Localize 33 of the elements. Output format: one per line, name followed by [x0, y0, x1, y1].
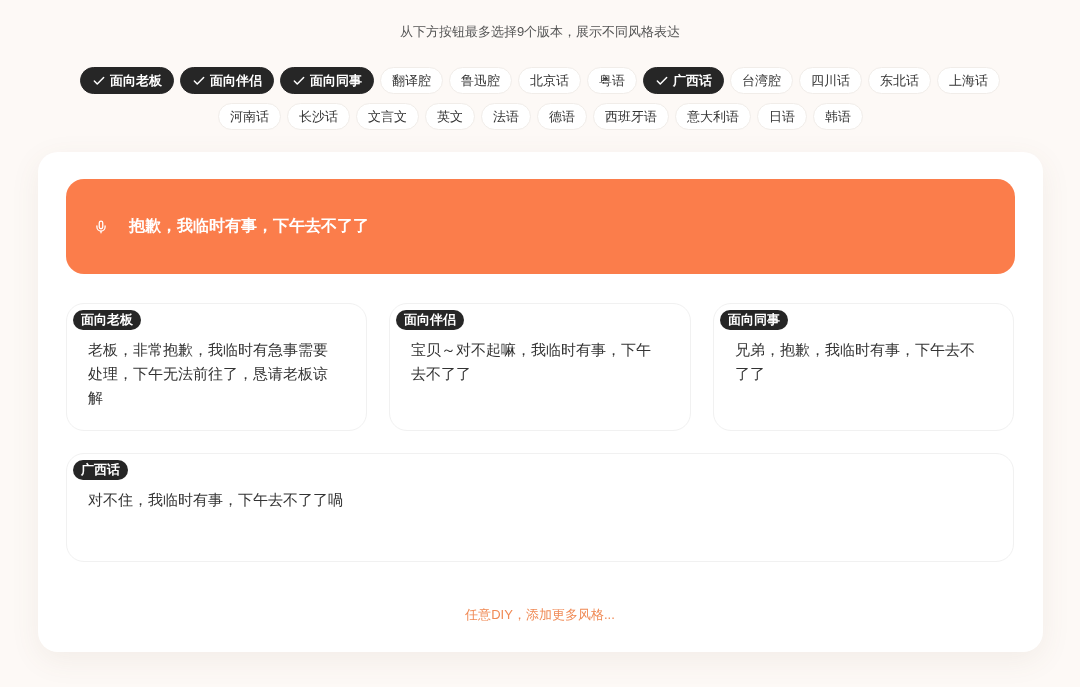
style-chip[interactable]: 文言文: [355, 103, 419, 130]
style-chip[interactable]: 西班牙语: [592, 103, 669, 130]
style-chip[interactable]: 德语: [536, 103, 587, 130]
style-chip[interactable]: 河南话: [217, 103, 281, 130]
result-text: 兄弟，抱歉，我临时有事，下午去不了了: [734, 340, 976, 384]
result-text: 对不住，我临时有事，下午去不了了喎: [87, 490, 343, 510]
style-chip[interactable]: 上海话: [937, 67, 1000, 94]
style-chip[interactable]: 面向老板: [80, 67, 174, 94]
style-chip[interactable]: 日语: [756, 103, 807, 130]
style-chip[interactable]: 韩语: [812, 103, 863, 130]
style-chip[interactable]: 鲁迅腔: [449, 67, 512, 94]
style-tag: 面向伴侣: [396, 310, 465, 330]
style-chip[interactable]: 北京话: [518, 67, 581, 94]
microphone-icon: [93, 219, 108, 234]
style-chip[interactable]: 台湾腔: [730, 67, 793, 94]
instruction-text: 从下方按钮最多选择9个版本，展示不同风格表达: [399, 23, 681, 41]
input-text: 抱歉，我临时有事，下午去不了了: [128, 216, 369, 236]
style-chip[interactable]: 粤语: [587, 67, 637, 94]
style-tag: 面向老板: [72, 310, 141, 330]
style-chip[interactable]: 意大利语: [674, 103, 751, 130]
style-chip[interactable]: 四川话: [799, 67, 862, 94]
style-chip[interactable]: 东北话: [868, 67, 931, 94]
style-chip[interactable]: 翻译腔: [380, 67, 443, 94]
style-chip[interactable]: 面向同事: [280, 67, 374, 94]
result-text: 老板，非常抱歉，我临时有急事需要处理，下午无法前往了，恳请老板谅解: [87, 340, 329, 408]
style-tag: 面向同事: [719, 310, 788, 330]
style-tag: 广西话: [72, 460, 128, 480]
style-chip[interactable]: 长沙话: [286, 103, 350, 130]
style-chip[interactable]: 广西话: [643, 67, 724, 94]
style-chip[interactable]: 法语: [480, 103, 531, 130]
result-text: 宝贝～对不起嘛，我临时有事，下午去不了了: [411, 340, 653, 384]
style-chip[interactable]: 面向伴侣: [180, 67, 274, 94]
style-chip[interactable]: 英文: [424, 103, 475, 130]
